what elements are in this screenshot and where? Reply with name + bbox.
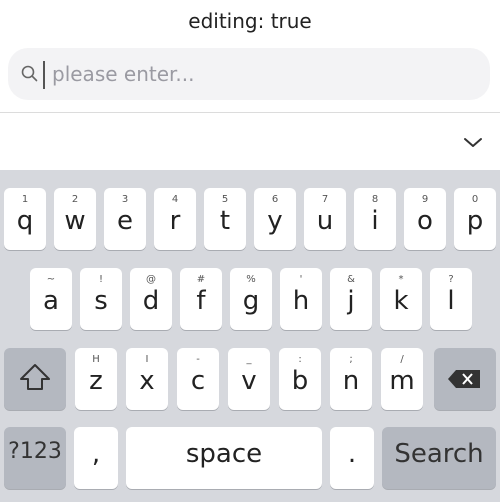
- key-label: i: [371, 206, 379, 236]
- key-hint-label: @: [146, 274, 156, 285]
- key-hint-label: 1: [21, 194, 29, 205]
- key-label: m: [389, 366, 415, 396]
- key-label: h: [292, 286, 310, 316]
- key-a[interactable]: ~ a: [30, 268, 72, 330]
- space-key[interactable]: space: [126, 427, 322, 489]
- shift-icon: [20, 364, 50, 390]
- editing-status-text: editing: true: [188, 9, 312, 33]
- key-hint-label: !: [98, 274, 103, 285]
- key-hint-label: 0: [471, 194, 479, 205]
- key-e[interactable]: 3e: [104, 188, 146, 250]
- key-hint-label: ?: [448, 274, 454, 285]
- key-hint-label: ': [299, 274, 303, 285]
- key-label: c: [190, 366, 206, 396]
- key-label: j: [347, 286, 355, 316]
- key-h[interactable]: ' h: [280, 268, 322, 330]
- key-w[interactable]: 2w: [54, 188, 96, 250]
- key-d[interactable]: @ d: [130, 268, 172, 330]
- key-label: a: [43, 286, 59, 316]
- search-icon: [20, 64, 40, 84]
- key-hint-label: -: [196, 354, 200, 365]
- key-l[interactable]: ? l: [430, 268, 472, 330]
- key-g[interactable]: % g: [230, 268, 272, 330]
- key-hint-label: 4: [171, 194, 179, 205]
- key-hint-label: 8: [371, 194, 379, 205]
- key-p[interactable]: 0p: [454, 188, 496, 250]
- key-s[interactable]: ! s: [80, 268, 122, 330]
- key-label: y: [267, 206, 283, 236]
- key-hint-label: *: [398, 274, 404, 285]
- key-label: p: [466, 206, 484, 236]
- key-hint-label: 9: [421, 194, 429, 205]
- key-label: l: [447, 286, 455, 316]
- chevron-down-icon: [464, 138, 482, 147]
- key-label: b: [291, 366, 309, 396]
- key-label: t: [219, 206, 231, 236]
- key-hint-label: :: [298, 354, 302, 365]
- key-hint-label: %: [246, 274, 256, 285]
- key-label: n: [342, 366, 360, 396]
- key-u[interactable]: 7u: [304, 188, 346, 250]
- key-hint-label: _: [246, 354, 252, 365]
- key-label: k: [393, 286, 409, 316]
- key-v[interactable]: _ v: [228, 348, 270, 410]
- key-q[interactable]: 1q: [4, 188, 46, 250]
- key-i[interactable]: 8i: [354, 188, 396, 250]
- on-screen-keyboard: 1q2w3e4r5t6y7u8i9o0p ~ a! s @ d # f% g ' h & j * k? l …: [0, 170, 500, 502]
- key-r[interactable]: 4r: [154, 188, 196, 250]
- key-label: o: [417, 206, 433, 236]
- key-m[interactable]: / m: [381, 348, 423, 410]
- key-z[interactable]: Hz: [75, 348, 117, 410]
- key-label: r: [169, 206, 181, 236]
- key-y[interactable]: 6y: [254, 188, 296, 250]
- key-hint-label: /: [400, 354, 404, 365]
- backspace-icon: [448, 370, 480, 388]
- key-label: d: [142, 286, 160, 316]
- search-key[interactable]: Search: [382, 427, 496, 489]
- key-hint-label: 7: [321, 194, 329, 205]
- search-bar[interactable]: [8, 48, 490, 100]
- key-hint-label: H: [92, 354, 100, 365]
- key-label: u: [316, 206, 334, 236]
- text-cursor: [43, 61, 45, 89]
- key-hint-label: ~: [46, 274, 56, 285]
- collapse-keyboard-button[interactable]: [458, 128, 488, 158]
- shift-key[interactable]: [4, 348, 66, 410]
- key-label: x: [139, 366, 155, 396]
- key-label: q: [16, 206, 34, 236]
- key-t[interactable]: 5t: [204, 188, 246, 250]
- divider: [0, 112, 500, 113]
- key-label: v: [241, 366, 257, 396]
- key-j[interactable]: & j: [330, 268, 372, 330]
- key-hint-label: ;: [349, 354, 353, 365]
- key-n[interactable]: ; n: [330, 348, 372, 410]
- key-hint-label: 2: [71, 194, 79, 205]
- key-hint-label: 5: [221, 194, 229, 205]
- key-b[interactable]: :b: [279, 348, 321, 410]
- key-o[interactable]: 9o: [404, 188, 446, 250]
- key-f[interactable]: # f: [180, 268, 222, 330]
- key-hint-label: 6: [271, 194, 279, 205]
- key-hint-label: &: [347, 274, 355, 285]
- key-label: z: [89, 366, 103, 396]
- key-hint-label: 3: [121, 194, 129, 205]
- key-k[interactable]: * k: [380, 268, 422, 330]
- key-label: w: [64, 206, 86, 236]
- comma-key[interactable]: ,: [74, 427, 118, 489]
- backspace-key[interactable]: [434, 348, 496, 410]
- key-label: f: [196, 286, 206, 316]
- key-hint-label: I: [145, 354, 149, 365]
- key-x[interactable]: Ix: [126, 348, 168, 410]
- key-c[interactable]: -c: [177, 348, 219, 410]
- key-label: s: [94, 286, 108, 316]
- search-input[interactable]: [44, 58, 482, 90]
- key-label: e: [117, 206, 133, 236]
- key-hint-label: #: [196, 274, 206, 285]
- symbols-key[interactable]: ?123: [4, 427, 66, 489]
- key-label: g: [242, 286, 260, 316]
- period-key[interactable]: .: [330, 427, 374, 489]
